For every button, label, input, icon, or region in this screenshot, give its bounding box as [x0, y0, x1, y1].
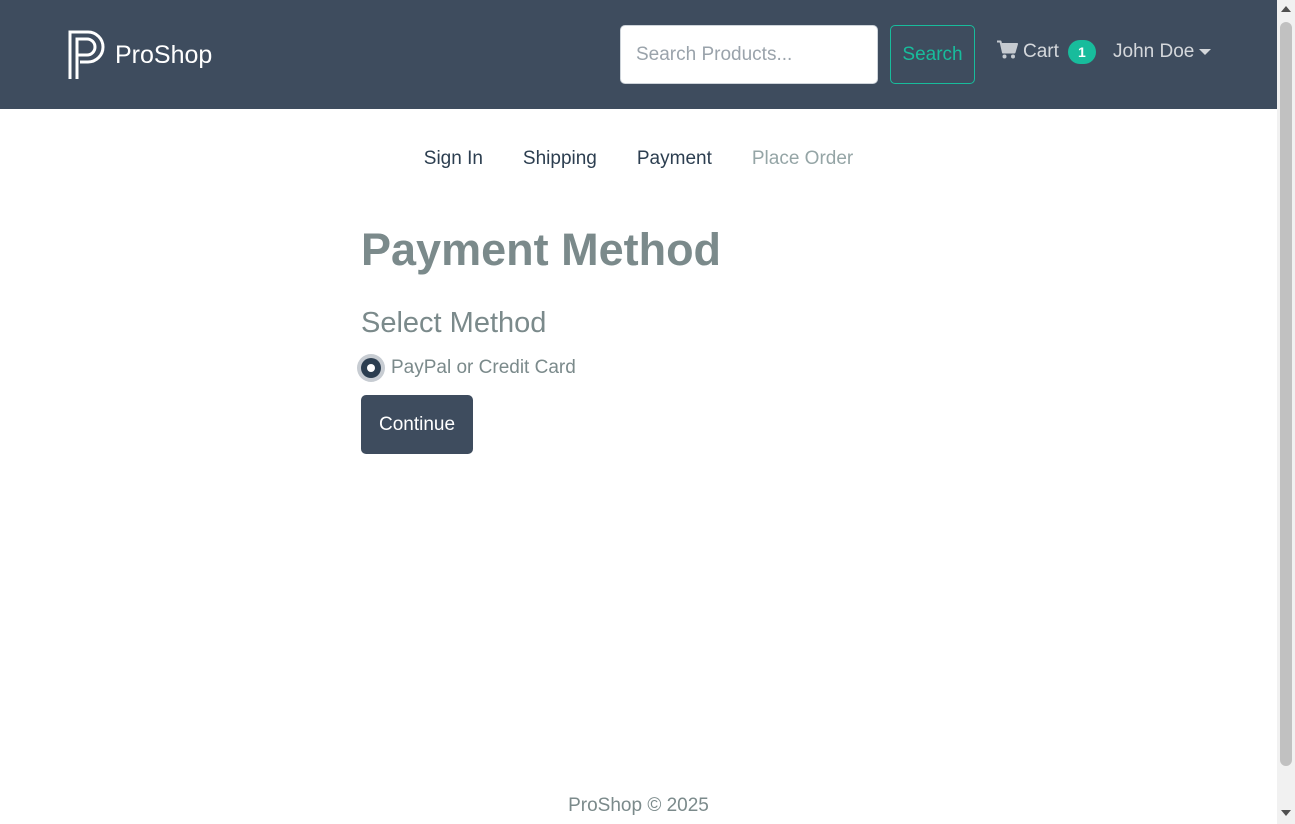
cart-count-badge: 1 [1067, 40, 1096, 64]
user-menu-dropdown[interactable]: John Doe [1113, 39, 1212, 65]
scroll-thumb[interactable] [1280, 22, 1292, 766]
paypal-option[interactable]: PayPal or Credit Card [357, 354, 576, 382]
brand-name: ProShop [115, 40, 213, 69]
search-input[interactable] [620, 25, 878, 84]
page-title: Payment Method [361, 224, 722, 275]
step-shipping[interactable]: Shipping [503, 145, 617, 173]
select-method-label: Select Method [361, 307, 547, 339]
proshop-logo-icon [68, 30, 105, 80]
brand-link[interactable]: ProShop [68, 30, 212, 80]
step-place-order: Place Order [751, 148, 854, 169]
footer-copyright: ProShop © 2025 [568, 795, 709, 816]
caret-down-icon [1199, 49, 1212, 55]
step-sign-in[interactable]: Sign In [404, 145, 503, 173]
scroll-up-arrow-icon[interactable] [1281, 6, 1291, 12]
navbar: ProShop Search Cart 1 John Doe [0, 0, 1277, 109]
step-payment[interactable]: Payment [617, 145, 732, 173]
search-button[interactable]: Search [890, 25, 975, 84]
scroll-down-arrow-icon[interactable] [1281, 810, 1291, 816]
cart-link[interactable]: Cart 1 [997, 37, 1096, 67]
paypal-radio[interactable] [357, 354, 385, 382]
checkout-steps: Sign In Shipping Payment Place Order [0, 145, 1277, 173]
shopping-cart-icon [997, 40, 1023, 65]
continue-button[interactable]: Continue [361, 395, 473, 454]
paypal-option-label: PayPal or Credit Card [391, 357, 576, 378]
user-name: John Doe [1113, 41, 1195, 62]
vertical-scrollbar[interactable] [1277, 0, 1295, 824]
cart-label: Cart [1023, 41, 1059, 62]
